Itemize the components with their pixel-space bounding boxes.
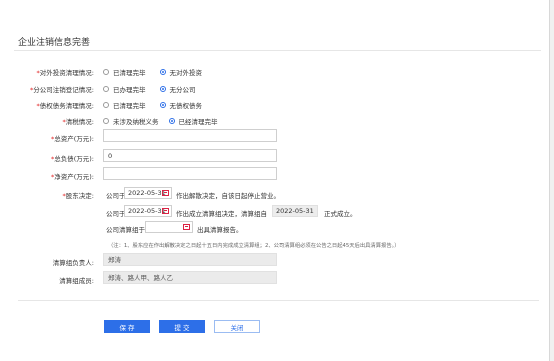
- label-tax: *清税情况:: [62, 118, 94, 126]
- total-assets-input[interactable]: [103, 129, 277, 142]
- total-liabilities-input[interactable]: [103, 149, 277, 162]
- radio-branch-done[interactable]: 已办理完毕: [103, 84, 146, 94]
- calendar-icon[interactable]: [162, 190, 169, 196]
- radio-foreign-invest-cleared[interactable]: 已清理完毕: [103, 67, 146, 77]
- decision-line2-mid: 作出成立清算组决定，清算组自: [176, 210, 267, 218]
- save-button[interactable]: 保 存: [104, 320, 150, 333]
- radio-unselected-icon: [103, 118, 109, 124]
- leader-field: 郑涛: [103, 253, 277, 266]
- scrollbar[interactable]: [550, 0, 554, 361]
- label-members: 清算组成员:: [59, 277, 94, 285]
- radio-tax-none[interactable]: 未涉及纳税义务: [103, 116, 159, 126]
- submit-button[interactable]: 提 交: [159, 320, 205, 333]
- radio-tax-cleared[interactable]: 已经清理完毕: [168, 116, 218, 126]
- radio-unselected-icon: [103, 69, 109, 75]
- radio-selected-icon: [159, 86, 166, 92]
- label-total-liabilities: *总负债(万元):: [50, 155, 94, 163]
- radio-selected-icon: [159, 69, 166, 75]
- calendar-icon[interactable]: [162, 208, 169, 214]
- footer-divider: [18, 300, 539, 301]
- net-assets-input[interactable]: [103, 167, 277, 180]
- members-field: 郑涛、路人甲、路人乙: [103, 271, 277, 284]
- radio-debt-none[interactable]: 无债权债务: [159, 100, 202, 110]
- radio-group-debt: 已清理完毕 无债权债务: [103, 100, 216, 110]
- dissolution-date-input[interactable]: 2022-05-31: [124, 187, 172, 199]
- label-net-assets: *净资产(万元):: [50, 173, 94, 181]
- close-button[interactable]: 关闭: [214, 320, 260, 333]
- page-title: 企业注销信息完善: [18, 38, 91, 48]
- label-foreign-invest: *对外投资清理情况:: [36, 69, 94, 77]
- radio-group-tax: 未涉及纳税义务 已经清理完毕: [103, 116, 232, 126]
- label-debt: *债权债务清理情况:: [36, 102, 94, 110]
- liquidation-report-date-input[interactable]: [145, 221, 193, 233]
- decision-line2-prefix: 公司于: [106, 210, 126, 218]
- liquidation-group-established-date: 2022-05-31: [272, 205, 318, 217]
- label-leader: 清算组负责人:: [52, 259, 94, 267]
- label-shareholder-decision: *股东决定:: [62, 192, 94, 200]
- form-panel: 企业注销信息完善 *对外投资清理情况: 已清理完毕 无对外投资 *分公司注销登记…: [0, 0, 550, 361]
- decision-line2-suffix: 正式成立。: [324, 210, 357, 218]
- radio-debt-cleared[interactable]: 已清理完毕: [103, 100, 146, 110]
- radio-group-foreign-invest: 已清理完毕 无对外投资: [103, 67, 216, 77]
- calendar-icon[interactable]: [183, 224, 190, 230]
- radio-foreign-invest-none[interactable]: 无对外投资: [159, 67, 202, 77]
- title-divider: [14, 50, 541, 51]
- decision-line3-suffix: 出具清算报告。: [197, 226, 243, 234]
- label-branch: *分公司注销登记情况:: [30, 86, 94, 94]
- radio-selected-icon: [159, 102, 166, 108]
- decision-line1-suffix: 作出解散决定，自该日起停止营业。: [176, 192, 280, 200]
- decision-note: （注：1、股东应在作出解散决定之日起十五日内完成成立清算组；2、公司清算组必须在…: [108, 243, 400, 249]
- radio-unselected-icon: [103, 102, 109, 108]
- radio-unselected-icon: [103, 86, 109, 92]
- radio-selected-icon: [168, 118, 175, 124]
- radio-group-branch: 已办理完毕 无分公司: [103, 84, 210, 94]
- label-total-assets: *总资产(万元):: [50, 135, 94, 143]
- decision-line3-prefix: 公司清算组于: [106, 226, 145, 234]
- liquidation-decision-date-input[interactable]: 2022-05-31: [124, 205, 172, 217]
- radio-branch-none[interactable]: 无分公司: [159, 84, 196, 94]
- decision-line1-prefix: 公司于: [106, 192, 126, 200]
